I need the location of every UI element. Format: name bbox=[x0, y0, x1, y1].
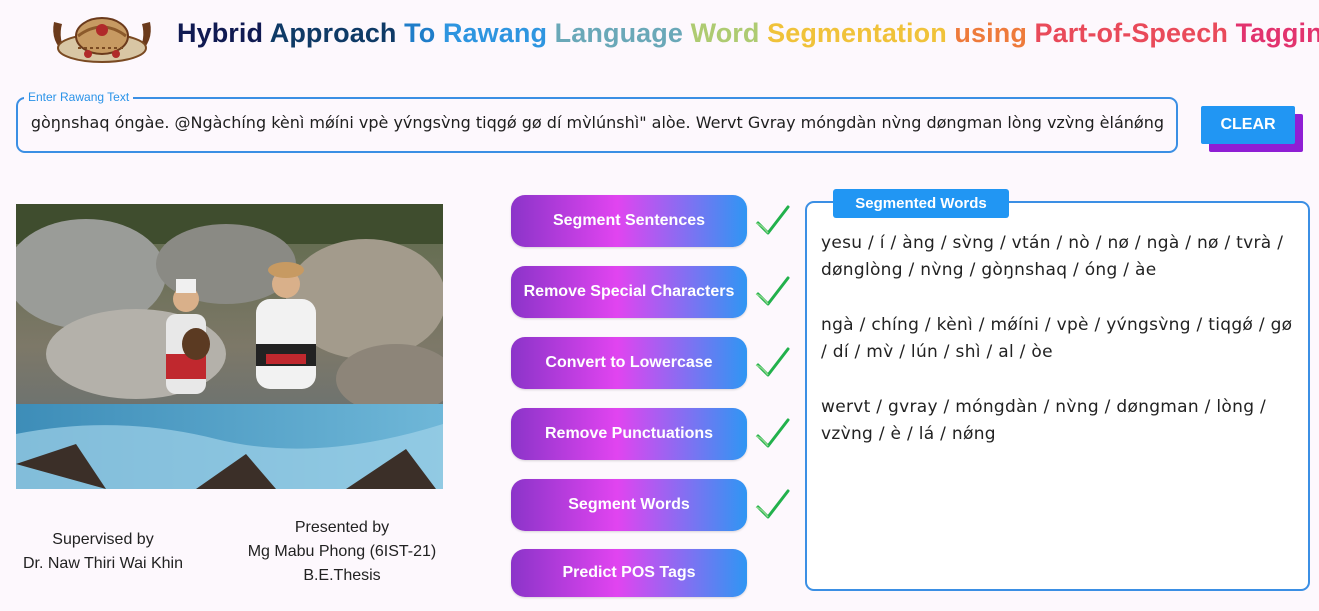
presenter-credit: Presented by Mg Mabu Phong (6IST-21) B.E… bbox=[232, 516, 452, 588]
supervisor-credit: Supervised by Dr. Naw Thiri Wai Khin bbox=[12, 528, 194, 576]
clear-button[interactable]: CLEAR bbox=[1201, 106, 1295, 144]
check-icon bbox=[755, 347, 790, 377]
segmented-words-title: Segmented Words bbox=[833, 189, 1009, 218]
title-word: Approach bbox=[269, 18, 405, 48]
page-title: Hybrid Approach To Rawang Language Word … bbox=[177, 18, 1319, 49]
segmented-sentence: ngà / chíng / kènì / mǿíni / vpè / yv́ng… bbox=[821, 315, 1293, 362]
presenter-caption: Presented by bbox=[294, 519, 390, 536]
check-icon bbox=[755, 489, 790, 519]
check-icon bbox=[755, 418, 790, 448]
app-logo bbox=[53, 17, 151, 63]
rawang-text-field[interactable]: v̀ng gòŋnshaq óngàe. @Ngàchíng kènì mǿín… bbox=[16, 97, 1178, 153]
supervisor-caption: Supervised by bbox=[52, 531, 154, 548]
title-word: Segmentation bbox=[767, 18, 955, 48]
segmented-sentence: yesu / í / àng / sv̀ng / vtán / nò / nø … bbox=[821, 233, 1284, 280]
predict-pos-tags-button[interactable]: Predict POS Tags bbox=[511, 549, 747, 597]
title-word: Hybrid bbox=[177, 18, 270, 48]
check-icon bbox=[755, 205, 790, 235]
presenter-name: Mg Mabu Phong (6IST-21) bbox=[247, 543, 437, 560]
title-word: Rawang bbox=[442, 18, 555, 48]
supervisor-name: Dr. Naw Thiri Wai Khin bbox=[22, 555, 184, 572]
check-icon bbox=[755, 276, 790, 306]
thesis-label: B.E.Thesis bbox=[303, 567, 381, 584]
convert-lowercase-button[interactable]: Convert to Lowercase bbox=[511, 337, 747, 389]
segment-words-button[interactable]: Segment Words bbox=[511, 479, 747, 531]
remove-special-characters-button[interactable]: Remove Special Characters bbox=[511, 266, 747, 318]
title-word: To bbox=[404, 18, 443, 48]
segmented-sentence: wervt / gvray / móngdàn / nv̀ng / døngma… bbox=[821, 397, 1267, 444]
rawang-text-label: Enter Rawang Text bbox=[24, 90, 134, 104]
segmented-words-output: yesu / í / àng / sv̀ng / vtán / nò / nø … bbox=[821, 230, 1301, 476]
rawang-text-value[interactable]: v̀ng gòŋnshaq óngàe. @Ngàchíng kènì mǿín… bbox=[30, 113, 1164, 132]
title-word: Language bbox=[554, 18, 691, 48]
remove-punctuations-button[interactable]: Remove Punctuations bbox=[511, 408, 747, 460]
title-word: Part-of-Speech bbox=[1034, 18, 1236, 48]
title-word: using bbox=[954, 18, 1035, 48]
title-word: Word bbox=[690, 18, 768, 48]
title-word: Tagging bbox=[1235, 18, 1319, 48]
segment-sentences-button[interactable]: Segment Sentences bbox=[511, 195, 747, 247]
rawang-photo bbox=[16, 204, 443, 489]
